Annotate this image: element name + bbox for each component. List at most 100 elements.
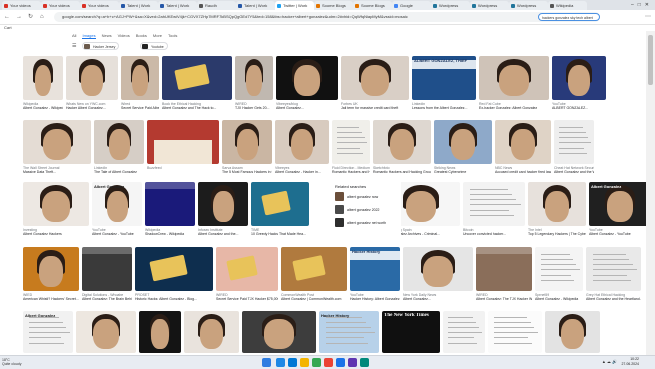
result-thumbnail[interactable] xyxy=(479,56,549,100)
result-thumbnail[interactable]: The New York Times xyxy=(382,311,440,353)
image-result-tile[interactable]: Forbes UK Jail term for massive credit ca… xyxy=(341,56,409,112)
result-title[interactable]: Ex-hacker Gonzalez: Albert Gonzalez xyxy=(479,106,549,110)
result-thumbnail[interactable] xyxy=(552,56,606,100)
result-title[interactable]: American Whistl? Hackers' Secret... xyxy=(23,297,79,301)
start-button-icon[interactable] xyxy=(262,358,271,367)
image-result-tile[interactable]: Fluid Direction - Medium Romantic Hackers… xyxy=(332,120,370,176)
window-controls[interactable]: –□✕ xyxy=(631,1,653,9)
browser-tab[interactable]: Wordpress xyxy=(470,1,509,10)
forward-icon[interactable]: → xyxy=(16,13,22,21)
related-search-item[interactable]: albert gonzalez 2022 xyxy=(335,205,401,215)
browser-tab[interactable]: Talent | Work xyxy=(119,1,158,10)
result-thumbnail[interactable] xyxy=(535,247,583,291)
result-title[interactable]: Lessons from the Albert Gonzalez... xyxy=(412,106,476,110)
image-result-tile[interactable] xyxy=(184,311,239,355)
filter-chip[interactable]: Youtube xyxy=(140,42,168,50)
image-result-tile[interactable]: Digital Solutions - Whoabe Albert Gonzale… xyxy=(82,247,132,303)
weather-widget[interactable]: 18°C Quite cloudy xyxy=(2,358,21,366)
result-thumbnail[interactable] xyxy=(139,311,181,353)
result-thumbnail[interactable] xyxy=(23,247,79,291)
result-thumbnail[interactable] xyxy=(434,120,492,164)
result-thumbnail[interactable] xyxy=(23,120,91,164)
image-result-tile[interactable]: Albert Gonzalez xyxy=(23,311,73,355)
image-result-tile[interactable]: WIRED TJX Hacker Gets 20... xyxy=(235,56,273,112)
result-thumbnail[interactable] xyxy=(528,182,586,226)
image-result-tile[interactable]: The New York Times xyxy=(382,311,440,355)
browser-tab[interactable]: Wikipedia xyxy=(548,1,587,10)
image-result-tile[interactable]: Hacker History xyxy=(319,311,379,355)
result-thumbnail[interactable]: Hacker History xyxy=(319,311,379,353)
image-result-tile[interactable]: The Wall Street Journal Massive Data Thef… xyxy=(23,120,91,176)
image-result-tile[interactable]: ALBERT GONZALEZ, THIEF Linkedin Lessons fr… xyxy=(412,56,476,112)
image-result-tile[interactable]: Striking News Greatest Cybercrime xyxy=(434,120,492,176)
result-thumbnail[interactable] xyxy=(443,311,485,353)
image-result-tile[interactable]: Vibeeyes Albert Gonzalez - Hacker in... xyxy=(275,120,329,176)
image-result-tile[interactable] xyxy=(488,311,542,355)
result-title[interactable]: Albert Gonzalez - Wikipedia xyxy=(23,106,63,110)
taskbar-app-icon[interactable] xyxy=(348,358,357,367)
result-thumbnail[interactable] xyxy=(281,247,347,291)
result-thumbnail[interactable] xyxy=(495,120,551,164)
image-result-tile[interactable]: Grey Hat Ethical Hacking Albert Gonzalez … xyxy=(586,247,641,303)
result-thumbnail[interactable] xyxy=(403,247,473,291)
result-title[interactable]: Albert Gonzalez: The Brain Behind... xyxy=(82,297,132,301)
image-result-tile[interactable]: The Intel Top 5 Legendary Hackers | The C… xyxy=(528,182,586,238)
taskbar-app-icon[interactable] xyxy=(336,358,345,367)
result-title[interactable]: Top 5 Legendary Hackers | The Cyber... xyxy=(528,232,586,236)
result-thumbnail[interactable] xyxy=(23,56,63,100)
image-result-tile[interactable]: Sketchfoto Romantic Hackers and Hacking G… xyxy=(373,120,431,176)
result-title[interactable]: Albert Gonzalez and the... xyxy=(198,232,248,236)
result-thumbnail[interactable] xyxy=(341,56,409,100)
result-thumbnail[interactable] xyxy=(373,120,431,164)
image-result-tile[interactable]: TIME 10 Greedy Hacks That Made Hea... xyxy=(251,182,309,238)
result-thumbnail[interactable]: Albert Gonzalez xyxy=(589,182,646,226)
result-thumbnail[interactable] xyxy=(222,120,272,164)
image-result-tile[interactable]: Wikipedia ShadowCrew - Wikipedia xyxy=(145,182,195,238)
image-result-tile[interactable]: New York Daily News Albert Gonzalez... xyxy=(403,247,473,303)
result-title[interactable]: Massive Data Theft... xyxy=(23,170,91,174)
image-result-tile[interactable] xyxy=(545,311,600,355)
result-thumbnail[interactable] xyxy=(554,120,594,164)
image-result-tile[interactable]: Book the Ethical Hacking Albert Gonzalez … xyxy=(162,56,232,112)
result-thumbnail[interactable] xyxy=(94,120,144,164)
google-tab-images[interactable]: Images xyxy=(82,33,96,39)
result-thumbnail[interactable] xyxy=(463,182,525,226)
system-tray-icons[interactable]: ▲ ☁ 🔊 xyxy=(602,359,617,364)
filter-chip[interactable]: Hacker Jersey xyxy=(82,42,120,50)
home-icon[interactable]: ⌂ xyxy=(40,13,44,21)
result-thumbnail[interactable] xyxy=(545,311,600,353)
result-thumbnail[interactable] xyxy=(216,247,278,291)
result-title[interactable]: Albert Gonzalez and The Hack to... xyxy=(162,106,232,110)
result-thumbnail[interactable] xyxy=(147,120,219,164)
related-search-item[interactable]: albert gonzalez net worth xyxy=(335,218,401,228)
google-tab-tools[interactable]: Tools xyxy=(168,33,177,38)
image-result-tile[interactable]: WiredSecret Service Paid Albert... xyxy=(121,56,159,112)
result-thumbnail[interactable] xyxy=(162,56,232,100)
image-result-tile[interactable] xyxy=(242,311,316,355)
browser-tab[interactable]: Soome Blogs xyxy=(353,1,392,10)
google-tab-news[interactable]: News xyxy=(102,33,112,38)
filter-icon[interactable]: ☰ xyxy=(72,43,76,49)
result-thumbnail[interactable] xyxy=(586,247,641,291)
taskbar-app-icon[interactable] xyxy=(300,358,309,367)
image-result-tile[interactable]: WIREDAlbert Gonzalez: The TJX Hacker Wou… xyxy=(476,247,532,303)
result-thumbnail[interactable] xyxy=(184,311,239,353)
taskbar-app-icon[interactable] xyxy=(324,358,333,367)
bookmark-cart[interactable]: Cart xyxy=(4,25,12,30)
google-tab-more[interactable]: More xyxy=(153,33,162,38)
result-title[interactable]: Accused credit card hacker fired lawyer.… xyxy=(495,170,551,174)
browser-tab[interactable]: Twitter | Work xyxy=(275,1,314,10)
result-title[interactable]: Albert Gonzalez and the W... xyxy=(554,170,594,174)
image-result-tile[interactable] xyxy=(139,311,181,355)
related-search-item[interactable]: albert gonzalez now xyxy=(335,192,401,202)
google-tab-videos[interactable]: Videos xyxy=(118,33,130,38)
browser-tab[interactable]: Your videos xyxy=(80,1,119,10)
result-title[interactable]: Albert Gonzalez... xyxy=(403,297,473,301)
result-title[interactable]: Albert Gonzalez: The TJX Hacker Would... xyxy=(476,297,532,301)
result-source[interactable]: Buzzfeed xyxy=(147,166,219,170)
result-thumbnail[interactable] xyxy=(275,120,329,164)
taskbar-app-icon[interactable] xyxy=(360,358,369,367)
image-result-tile[interactable]: Albert Gonzalez YouTube Albert Gonzalez - … xyxy=(589,182,646,238)
result-thumbnail[interactable] xyxy=(145,182,195,226)
browser-tab[interactable]: Talent | Work xyxy=(158,1,197,10)
